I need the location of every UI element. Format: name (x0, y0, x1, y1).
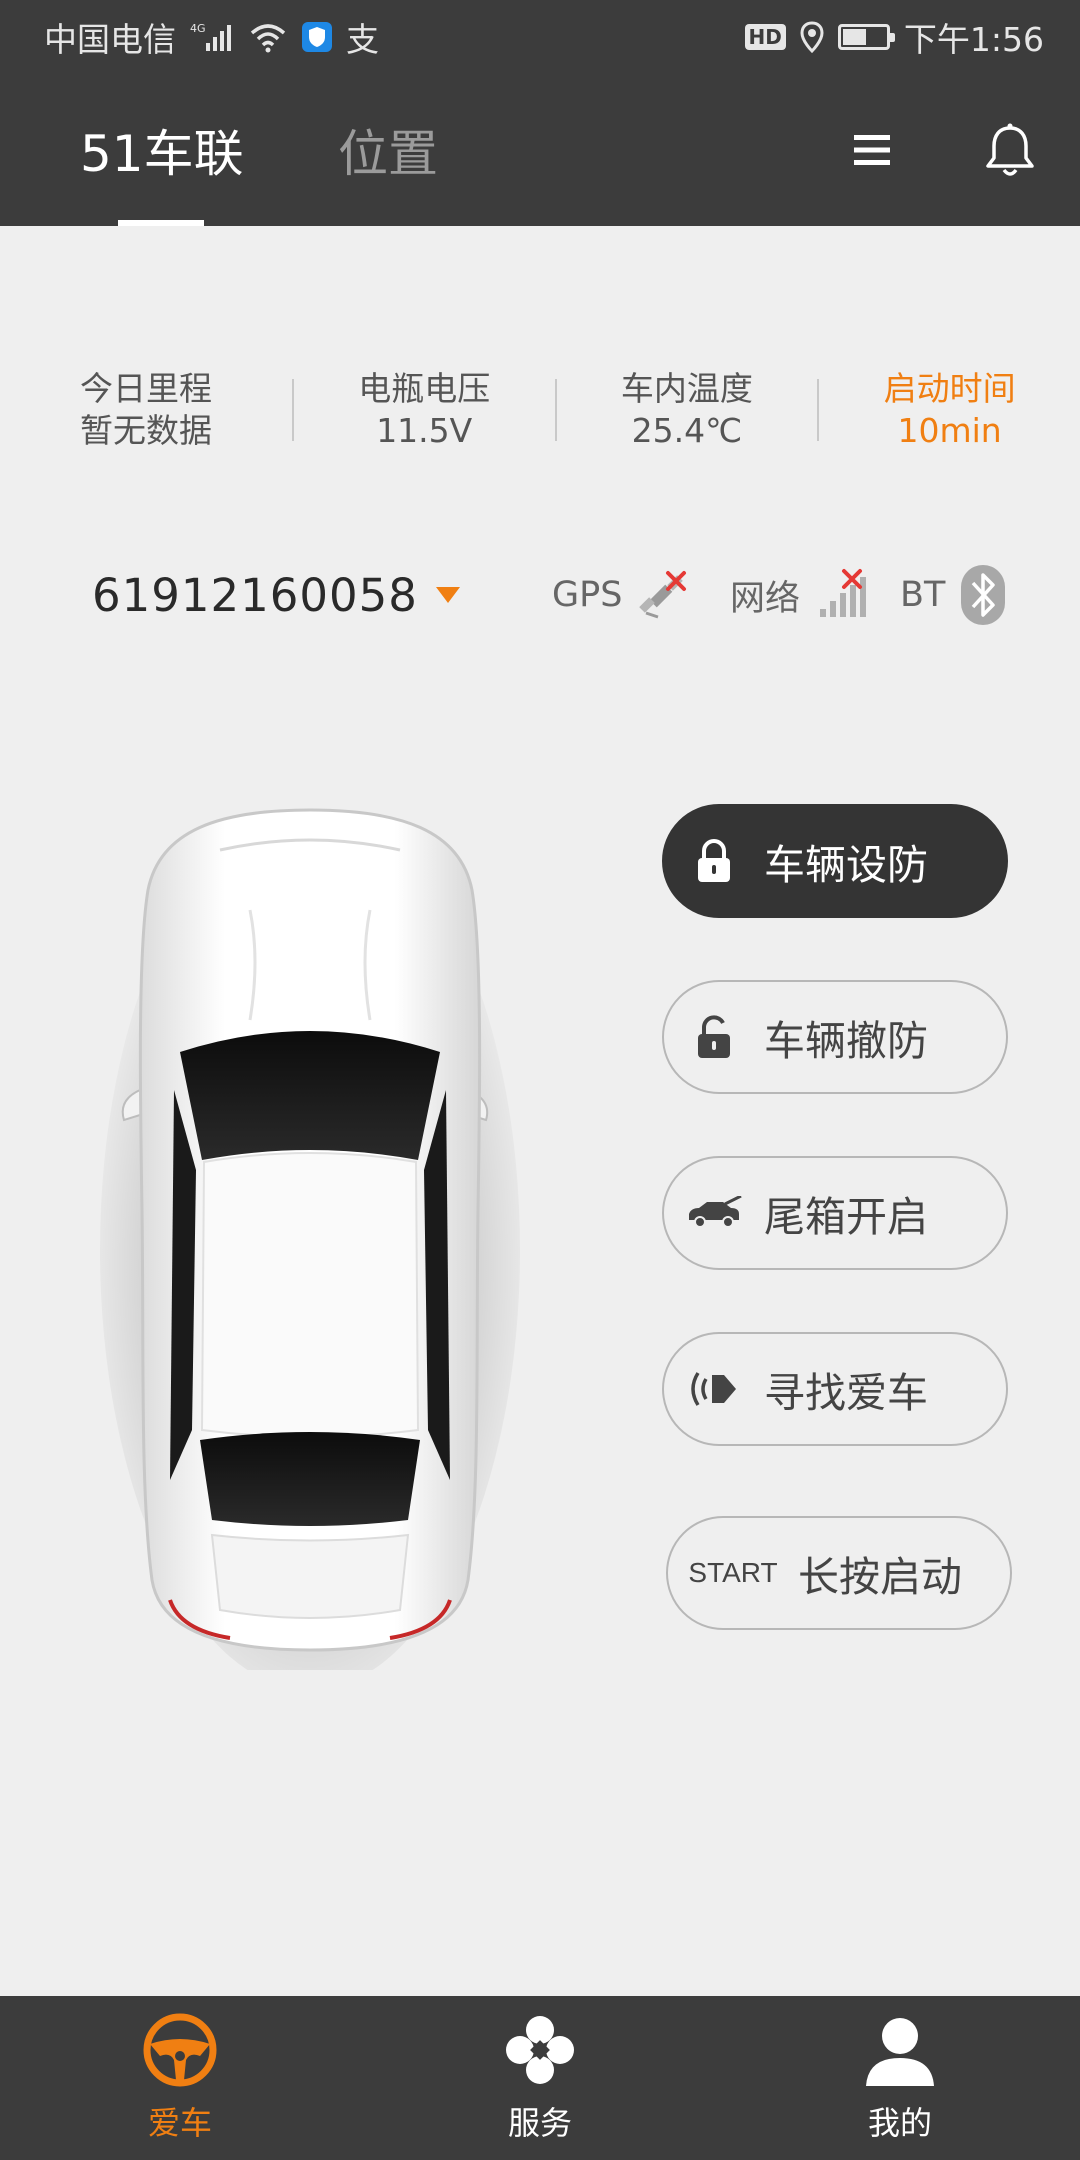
gps-status: GPS (552, 567, 692, 623)
find-car-button[interactable]: 寻找爱车 (662, 1332, 1008, 1446)
tab-label: 位置 (338, 125, 438, 183)
lock-open-icon (664, 1014, 764, 1060)
dropdown-triangle-icon (435, 587, 460, 603)
gps-label: GPS (552, 575, 623, 615)
start-prefix: START (688, 1557, 778, 1588)
disarm-vehicle-button[interactable]: 车辆撤防 (662, 980, 1008, 1094)
stat-label: 电瓶电压 (358, 369, 491, 408)
stat-value: 11.5V (376, 411, 473, 450)
horn-sound-icon (664, 1367, 764, 1411)
stat-value: 25.4℃ (631, 411, 743, 450)
tab-label: 51车联 (80, 125, 244, 183)
nav-my-car[interactable]: 爱车 (0, 1996, 360, 2160)
stat-battery-voltage: 电瓶电压 11.5V (294, 368, 555, 452)
battery-icon (837, 24, 895, 50)
action-label: 尾箱开启 (764, 1193, 928, 1241)
nav-services[interactable]: 服务 (360, 1996, 720, 2160)
remote-start-button[interactable]: START 长按启动 (666, 1516, 1012, 1630)
cellular-signal-icon: 4G (190, 21, 234, 53)
hamburger-menu-icon (854, 135, 890, 165)
battery-level (842, 29, 866, 45)
stat-cabin-temperature: 车内温度 25.4℃ (557, 368, 818, 452)
start-icon: START (668, 1557, 798, 1589)
car-top-view-image (100, 790, 520, 1690)
carrier-name: 中国电信 (44, 20, 176, 59)
bell-icon (986, 123, 1034, 176)
car-trunk-icon (664, 1196, 764, 1230)
notifications-button[interactable] (978, 118, 1042, 182)
arm-vehicle-button[interactable]: 车辆设防 (662, 804, 1008, 918)
vehicle-stats: 今日里程 暂无数据 电瓶电压 11.5V 车内温度 25.4℃ 启动时间 10m… (0, 362, 1080, 458)
stat-label: 车内温度 (620, 369, 753, 408)
app-header: 51车联 位置 (0, 74, 1080, 226)
action-label: 寻找爱车 (764, 1369, 928, 1417)
bluetooth-status: BT (900, 563, 1007, 627)
network-status: 网络 (730, 567, 870, 623)
action-label: 长按启动 (798, 1553, 962, 1601)
nav-label: 爱车 (147, 2104, 212, 2142)
action-label: 车辆设防 (764, 841, 928, 889)
open-trunk-button[interactable]: 尾箱开启 (662, 1156, 1008, 1270)
device-row: 61912160058 GPS 网络 BT (0, 560, 1080, 630)
status-bar-right: HD 下午1:56 (744, 13, 1044, 61)
wifi-icon (248, 21, 288, 53)
security-shield-icon (302, 22, 332, 52)
user-profile-icon (866, 2018, 934, 2086)
network-signal-disconnected-icon (820, 569, 867, 617)
nav-label: 我的 (867, 2104, 932, 2142)
steering-wheel-icon (143, 2013, 217, 2087)
stat-label: 启动时间 (883, 369, 1016, 408)
menu-button[interactable] (840, 118, 904, 182)
clock: 下午1:56 (903, 20, 1044, 59)
bottom-navigation: 爱车 服务 我的 (0, 1996, 1080, 2160)
lock-closed-icon (664, 838, 764, 884)
stat-start-time: 启动时间 10min (819, 368, 1080, 452)
stat-mileage: 今日里程 暂无数据 (0, 368, 292, 452)
svg-text:4G: 4G (190, 22, 206, 35)
status-bar-left: 中国电信 4G 支 (44, 13, 379, 61)
nav-label: 服务 (507, 2104, 572, 2142)
gps-satellite-disconnected-icon (639, 571, 687, 619)
services-clover-icon (506, 2016, 574, 2084)
active-tab-indicator (118, 220, 204, 226)
stat-value: 10min (897, 411, 1002, 450)
bluetooth-label: BT (900, 575, 946, 615)
stat-label: 今日里程 (79, 369, 212, 408)
device-id: 61912160058 (92, 568, 418, 622)
device-selector[interactable]: 61912160058 (92, 569, 462, 622)
status-bar: 中国电信 4G 支 HD 下午1:56 (0, 0, 1080, 74)
nav-profile[interactable]: 我的 (720, 1996, 1080, 2160)
network-label: 网络 (730, 578, 801, 619)
location-pin-icon (800, 21, 824, 53)
bluetooth-icon (961, 565, 1006, 625)
hd-voice-icon: HD (744, 24, 786, 50)
stat-value: 暂无数据 (79, 411, 212, 450)
action-label: 车辆撤防 (764, 1017, 928, 1065)
tab-51-chelian[interactable]: 51车联 (80, 74, 244, 226)
alipay-icon: 支 (346, 20, 379, 59)
tab-location[interactable]: 位置 (338, 74, 438, 226)
